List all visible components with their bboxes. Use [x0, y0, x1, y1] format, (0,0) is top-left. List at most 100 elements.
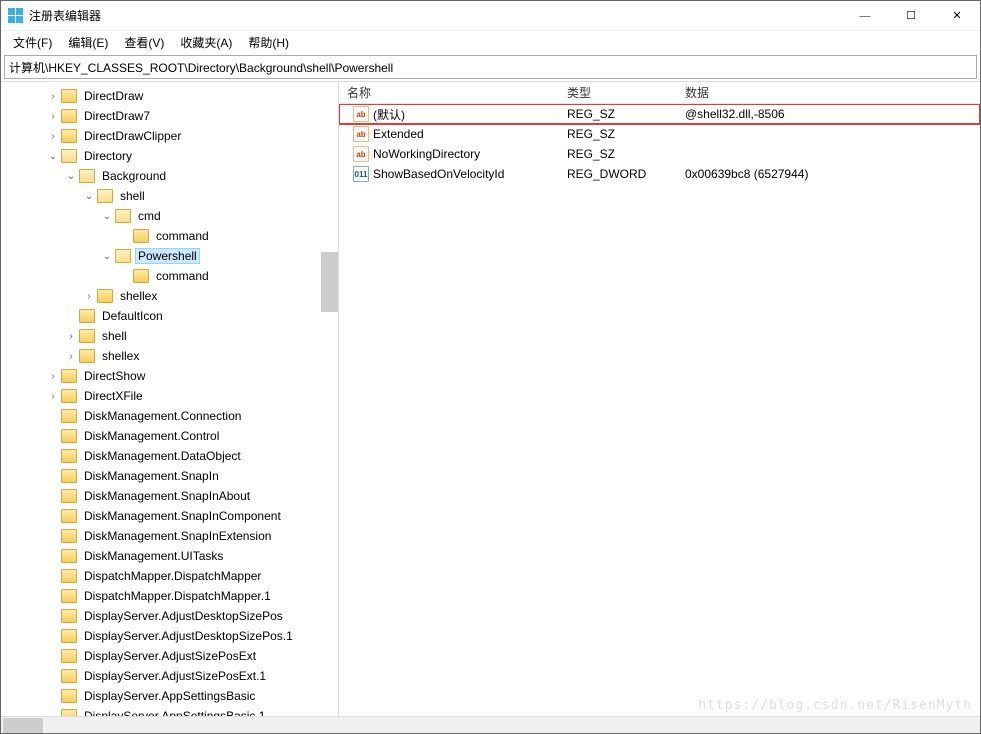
tree-node[interactable]: DiskManagement.SnapInComponent	[3, 506, 338, 526]
tree-node-label[interactable]: shell	[117, 188, 148, 204]
horizontal-scrollbar-thumb[interactable]	[3, 718, 43, 733]
value-row[interactable]: ab(默认)REG_SZ@shell32.dll,-8506	[339, 104, 980, 124]
tree-node-label[interactable]: command	[153, 268, 212, 284]
tree-node-label[interactable]: DispatchMapper.DispatchMapper.1	[81, 588, 274, 604]
expand-icon[interactable]: ›	[65, 330, 77, 342]
tree-node[interactable]: command	[3, 266, 338, 286]
tree-node[interactable]: DisplayServer.AppSettingsBasic.1	[3, 706, 338, 716]
maximize-button[interactable]: ☐	[888, 1, 934, 31]
tree-node-label[interactable]: DirectDraw7	[81, 108, 153, 124]
collapse-icon[interactable]: ⌄	[65, 170, 77, 182]
tree-node-label[interactable]: DiskManagement.SnapInExtension	[81, 528, 274, 544]
tree-node[interactable]: › shellex	[3, 286, 338, 306]
menu-edit[interactable]: 编辑(E)	[60, 32, 116, 53]
tree-node-label[interactable]: DiskManagement.SnapInComponent	[81, 508, 284, 524]
tree-node-label[interactable]: DirectDraw	[81, 88, 146, 104]
tree-node[interactable]: DisplayServer.AdjustSizePosExt	[3, 646, 338, 666]
expand-icon[interactable]: ›	[47, 130, 59, 142]
tree-node[interactable]: ⌄ Background	[3, 166, 338, 186]
tree-node[interactable]: command	[3, 226, 338, 246]
tree-node[interactable]: › DirectXFile	[3, 386, 338, 406]
tree-node[interactable]: DiskManagement.SnapIn	[3, 466, 338, 486]
expand-icon[interactable]: ›	[83, 290, 95, 302]
tree-node[interactable]: DiskManagement.SnapInExtension	[3, 526, 338, 546]
tree-node[interactable]: › DirectDraw	[3, 86, 338, 106]
tree-pane[interactable]: › DirectDraw › DirectDraw7 › DirectDrawClippe…	[1, 82, 339, 716]
tree-node-label[interactable]: shell	[99, 328, 130, 344]
tree-node-label[interactable]: DisplayServer.AdjustSizePosExt	[81, 648, 259, 664]
expand-icon[interactable]: ›	[47, 90, 59, 102]
tree-node-label[interactable]: DiskManagement.Connection	[81, 408, 244, 424]
tree-node-label[interactable]: cmd	[135, 208, 164, 224]
tree-node[interactable]: › DirectDrawClipper	[3, 126, 338, 146]
collapse-icon[interactable]: ⌄	[83, 190, 95, 202]
col-data-header[interactable]: 数据	[685, 84, 980, 101]
tree-node-label[interactable]: DisplayServer.AdjustDesktopSizePos	[81, 608, 286, 624]
address-bar[interactable]: 计算机\HKEY_CLASSES_ROOT\Directory\Backgrou…	[4, 55, 977, 79]
minimize-button[interactable]: —	[842, 1, 888, 31]
tree-node[interactable]: DisplayServer.AdjustDesktopSizePos	[3, 606, 338, 626]
tree-node[interactable]: ⌄cmd	[3, 206, 338, 226]
tree-node-label[interactable]: DiskManagement.UITasks	[81, 548, 226, 564]
tree-node[interactable]: › DirectShow	[3, 366, 338, 386]
tree-node[interactable]: ⌄ shell	[3, 186, 338, 206]
tree-node[interactable]: ⌄ Powershell	[3, 246, 338, 266]
col-type-header[interactable]: 类型	[567, 84, 685, 101]
menu-favorites[interactable]: 收藏夹(A)	[172, 32, 240, 53]
tree-node-label[interactable]: DisplayServer.AppSettingsBasic	[81, 688, 258, 704]
tree-node[interactable]: DisplayServer.AppSettingsBasic	[3, 686, 338, 706]
expand-icon[interactable]: ›	[47, 370, 59, 382]
horizontal-scrollbar[interactable]	[1, 716, 980, 733]
tree-node-label[interactable]: DiskManagement.Control	[81, 428, 222, 444]
close-button[interactable]: ✕	[934, 1, 980, 31]
collapse-icon[interactable]: ⌄	[101, 250, 113, 262]
tree-node-label[interactable]: command	[153, 228, 212, 244]
tree-node[interactable]: DiskManagement.UITasks	[3, 546, 338, 566]
col-name-header[interactable]: 名称	[339, 84, 567, 101]
tree-node[interactable]: › shell	[3, 326, 338, 346]
menu-help[interactable]: 帮助(H)	[240, 32, 297, 53]
value-row[interactable]: abExtendedREG_SZ	[339, 124, 980, 144]
tree-node[interactable]: DispatchMapper.DispatchMapper	[3, 566, 338, 586]
tree-node-label[interactable]: DirectDrawClipper	[81, 128, 184, 144]
tree-node-label[interactable]: DisplayServer.AppSettingsBasic.1	[81, 708, 268, 716]
tree-node-label[interactable]: DiskManagement.SnapIn	[81, 468, 222, 484]
registry-tree[interactable]: › DirectDraw › DirectDraw7 › DirectDrawClippe…	[3, 86, 338, 716]
tree-node-label[interactable]: DispatchMapper.DispatchMapper	[81, 568, 264, 584]
tree-node-label[interactable]: DirectXFile	[81, 388, 146, 404]
collapse-icon[interactable]: ⌄	[47, 150, 59, 162]
tree-node-label[interactable]: DefaultIcon	[99, 308, 166, 324]
tree-node[interactable]: DiskManagement.Connection	[3, 406, 338, 426]
expand-icon[interactable]: ›	[47, 110, 59, 122]
tree-node-label[interactable]: Powershell	[135, 248, 200, 264]
tree-node-label[interactable]: DiskManagement.SnapInAbout	[81, 488, 253, 504]
tree-node[interactable]: DiskManagement.DataObject	[3, 446, 338, 466]
tree-node[interactable]: ⌄ Directory	[3, 146, 338, 166]
tree-node-label[interactable]: Directory	[81, 148, 135, 164]
titlebar[interactable]: 注册表编辑器 — ☐ ✕	[1, 1, 980, 31]
expand-icon[interactable]: ›	[47, 390, 59, 402]
menu-file[interactable]: 文件(F)	[5, 32, 60, 53]
values-pane[interactable]: 名称 类型 数据 ab(默认)REG_SZ@shell32.dll,-8506a…	[339, 82, 980, 716]
tree-node-label[interactable]: DirectShow	[81, 368, 148, 384]
tree-node[interactable]: › DirectDraw7	[3, 106, 338, 126]
tree-node[interactable]: DefaultIcon	[3, 306, 338, 326]
tree-node-label[interactable]: DiskManagement.DataObject	[81, 448, 244, 464]
tree-node[interactable]: › shellex	[3, 346, 338, 366]
value-row[interactable]: abNoWorkingDirectoryREG_SZ	[339, 144, 980, 164]
vertical-scrollbar-thumb[interactable]	[321, 252, 338, 312]
tree-node-label[interactable]: shellex	[99, 348, 142, 364]
tree-node[interactable]: DiskManagement.SnapInAbout	[3, 486, 338, 506]
tree-node[interactable]: DisplayServer.AdjustSizePosExt.1	[3, 666, 338, 686]
tree-node[interactable]: DiskManagement.Control	[3, 426, 338, 446]
expand-icon[interactable]: ›	[65, 350, 77, 362]
tree-node-label[interactable]: Background	[99, 168, 169, 184]
tree-node[interactable]: DisplayServer.AdjustDesktopSizePos.1	[3, 626, 338, 646]
value-row[interactable]: 011ShowBasedOnVelocityIdREG_DWORD0x00639…	[339, 164, 980, 184]
menu-view[interactable]: 查看(V)	[116, 32, 172, 53]
tree-node[interactable]: DispatchMapper.DispatchMapper.1	[3, 586, 338, 606]
tree-node-label[interactable]: DisplayServer.AdjustSizePosExt.1	[81, 668, 269, 684]
tree-node-label[interactable]: shellex	[117, 288, 160, 304]
list-header[interactable]: 名称 类型 数据	[339, 82, 980, 104]
tree-node-label[interactable]: DisplayServer.AdjustDesktopSizePos.1	[81, 628, 296, 644]
